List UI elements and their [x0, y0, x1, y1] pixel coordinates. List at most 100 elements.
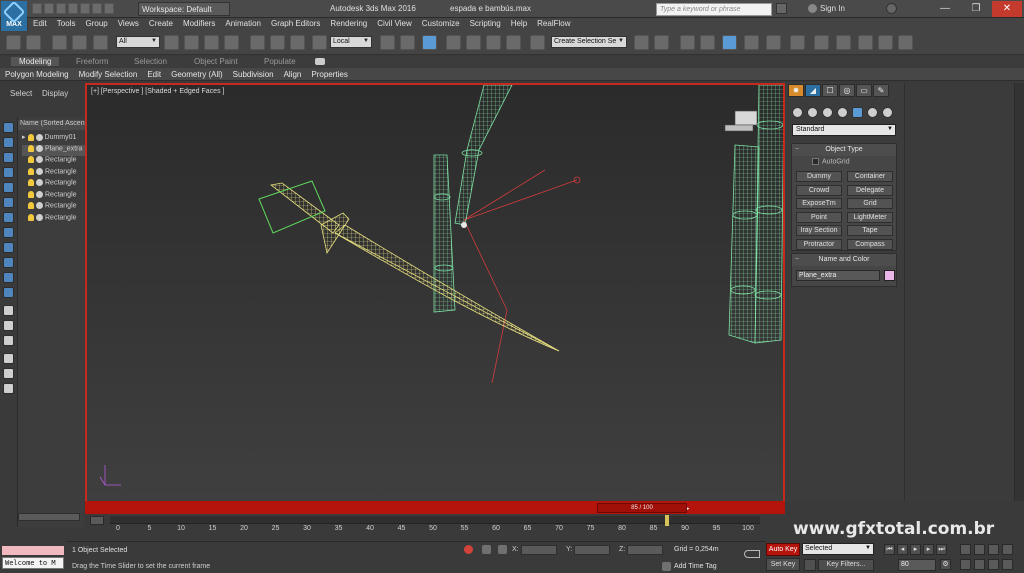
display-all-icon[interactable]	[3, 305, 14, 316]
helper-point-button[interactable]: Point	[796, 211, 842, 223]
zoom-all-icon[interactable]	[974, 544, 985, 555]
workspace-dropdown[interactable]: Workspace: Default	[138, 2, 230, 16]
menu-civil-view[interactable]: Civil View	[372, 18, 417, 31]
absolute-mode-icon[interactable]	[498, 545, 507, 554]
project-folder-icon[interactable]	[92, 3, 102, 14]
helpers-icon[interactable]	[852, 107, 863, 118]
key-filter-tangent-icon[interactable]	[804, 559, 816, 571]
toggle-ribbon-icon[interactable]	[700, 35, 715, 50]
helper-delegate-button[interactable]: Delegate	[847, 184, 893, 196]
current-frame-field[interactable]: 80	[898, 559, 936, 571]
name-color-header[interactable]: − Name and Color	[792, 254, 896, 266]
play-icon[interactable]: ▸	[910, 544, 921, 555]
autogrid-checkbox[interactable]: AutoGrid	[812, 158, 850, 165]
z-coordinate-field[interactable]	[627, 545, 663, 555]
display-bones-icon[interactable]	[3, 257, 14, 268]
helper-iray-section-button[interactable]: Iray Section	[796, 225, 842, 236]
display-spacewarps-icon[interactable]	[3, 212, 14, 223]
object-name-field[interactable]: Plane_extra	[796, 270, 880, 281]
display-containers-icon[interactable]	[3, 272, 14, 283]
curve-editor-icon[interactable]	[744, 35, 759, 50]
ribbon-item-align[interactable]: Align	[279, 68, 307, 80]
track-line[interactable]	[110, 516, 760, 524]
edit-named-selection-icon[interactable]	[530, 35, 545, 50]
bind-space-warp-icon[interactable]	[93, 35, 108, 50]
scene-object-row[interactable]: Rectangle	[22, 213, 85, 225]
close-button[interactable]: ✕	[992, 1, 1022, 17]
explorer-column-header[interactable]: Name (Sorted Ascen	[18, 120, 85, 130]
object-type-header[interactable]: − Object Type	[792, 144, 896, 156]
open-file-icon[interactable]	[44, 3, 54, 14]
shapes-icon[interactable]	[807, 107, 818, 118]
menu-group[interactable]: Group	[80, 18, 112, 31]
scene-object-row[interactable]: ▸ Dummy01	[22, 133, 85, 144]
visibility-icon[interactable]	[27, 133, 34, 141]
menu-tools[interactable]: Tools	[52, 18, 81, 31]
menu-views[interactable]: Views	[113, 18, 144, 31]
modify-tab-icon[interactable]: ◢	[805, 84, 821, 97]
ribbon-item-edit[interactable]: Edit	[142, 68, 166, 80]
helper-grid-button[interactable]: Grid	[847, 198, 893, 209]
lights-icon[interactable]	[822, 107, 833, 118]
hierarchy-tab-icon[interactable]: ☐	[822, 84, 838, 97]
scene-object-row[interactable]: Rectangle	[22, 190, 85, 202]
scale-icon[interactable]	[290, 35, 305, 50]
ribbon-item-polygon-modeling[interactable]: Polygon Modeling	[0, 68, 74, 80]
zoom-extents-all-icon[interactable]	[1002, 544, 1013, 555]
menu-help[interactable]: Help	[506, 18, 532, 31]
visibility-icon[interactable]	[28, 144, 34, 152]
move-icon[interactable]	[250, 35, 265, 50]
maxscript-input[interactable]: Welcome to M	[2, 557, 64, 569]
rendered-frame-window-icon[interactable]	[836, 35, 851, 50]
ribbon-item-geometry-all[interactable]: Geometry (All)	[166, 68, 228, 80]
new-file-icon[interactable]	[32, 3, 42, 14]
tab-select[interactable]: Select	[10, 89, 32, 98]
helper-container-button[interactable]: Container	[847, 171, 893, 182]
display-xrefs-icon[interactable]	[3, 242, 14, 253]
helper-category-dropdown[interactable]: Standard	[792, 124, 896, 136]
tab-object-paint[interactable]: Object Paint	[194, 57, 238, 66]
minimize-button[interactable]: —	[930, 1, 960, 17]
helper-protractor-button[interactable]: Protractor	[796, 238, 842, 250]
isolate-selection-icon[interactable]	[464, 545, 473, 554]
scene-object-row[interactable]: Rectangle	[22, 202, 85, 213]
autogrid-box[interactable]	[812, 158, 819, 165]
rotate-icon[interactable]	[270, 35, 285, 50]
window-crossing-icon[interactable]	[224, 35, 239, 50]
display-invert-icon[interactable]	[3, 320, 14, 331]
help-icon[interactable]	[886, 3, 897, 14]
cameras-icon[interactable]	[837, 107, 848, 118]
ribbon-item-subdivision[interactable]: Subdivision	[228, 68, 279, 80]
utilities-tab-icon[interactable]: ✎	[873, 84, 889, 97]
visibility-icon[interactable]	[28, 202, 34, 209]
expand-arrow-icon[interactable]: ▸	[22, 134, 26, 141]
helper-dummy-button[interactable]: Dummy	[796, 171, 842, 182]
orbit-icon[interactable]	[988, 559, 999, 570]
perspective-viewport[interactable]: [+] [Perspective ] [Shaded + Edged Faces…	[85, 83, 785, 501]
render-setup-icon[interactable]	[814, 35, 829, 50]
x-coordinate-field[interactable]	[521, 545, 557, 555]
command-panel-scrollbar[interactable]	[1014, 83, 1024, 501]
tab-modeling[interactable]: Modeling	[11, 57, 60, 66]
search-input[interactable]: Type a keyword or phrase	[656, 3, 772, 16]
keyframe-marker[interactable]	[665, 515, 669, 526]
align-icon[interactable]	[654, 35, 669, 50]
select-object-icon[interactable]	[164, 35, 179, 50]
user-icon[interactable]	[808, 4, 817, 13]
undo-icon[interactable]	[68, 3, 78, 14]
rectangular-selection-icon[interactable]	[204, 35, 219, 50]
ribbon-item-properties[interactable]: Properties	[306, 68, 352, 80]
redo-icon[interactable]	[80, 3, 90, 14]
find-icon[interactable]	[3, 368, 14, 379]
menu-scripting[interactable]: Scripting	[465, 18, 506, 31]
spinner-snap-icon[interactable]	[506, 35, 521, 50]
menu-customize[interactable]: Customize	[417, 18, 465, 31]
key-filters-button[interactable]: Key Filters...	[818, 559, 874, 571]
percent-snap-icon[interactable]	[486, 35, 501, 50]
display-frozen-icon[interactable]	[3, 287, 14, 298]
snaps-toggle-icon[interactable]	[446, 35, 461, 50]
keyboard-shortcut-override-icon[interactable]	[422, 35, 437, 50]
reference-coordinate-dropdown[interactable]: Local	[330, 36, 372, 48]
visibility-icon[interactable]	[28, 156, 34, 163]
time-slider[interactable]: 85 / 100	[597, 503, 687, 513]
